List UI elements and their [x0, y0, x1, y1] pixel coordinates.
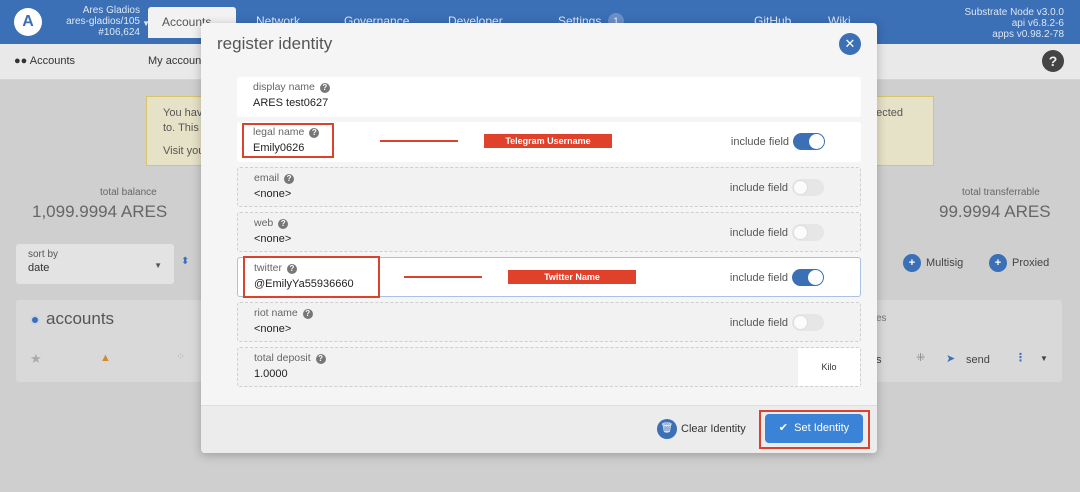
- subnav-accounts-label: Accounts: [29, 55, 75, 67]
- include-field-label: include field: [729, 227, 788, 239]
- qr-icon[interactable]: ⁜: [916, 351, 925, 364]
- email-label: email ?: [254, 172, 295, 184]
- send-icon: ➤: [946, 353, 956, 365]
- toggle-knob: [809, 134, 824, 149]
- star-icon[interactable]: ★: [30, 351, 42, 367]
- display-name-field[interactable]: display name ? ARES test0627: [237, 77, 861, 117]
- twitter-pointer-line: [404, 276, 482, 278]
- set-identity-highlight: [759, 410, 870, 449]
- total-deposit-value: 1.0000: [254, 368, 288, 380]
- riot-name-value: <none>: [254, 323, 292, 335]
- notice-right-text: ected: [876, 107, 903, 119]
- sort-value: date: [28, 262, 50, 274]
- proxied-button[interactable]: + Proxied: [989, 254, 1049, 272]
- twitter-annotation: Twitter Name: [508, 270, 636, 284]
- riot-name-field[interactable]: riot name ? <none> include field: [237, 302, 861, 342]
- email-toggle[interactable]: [792, 179, 824, 196]
- web-label: web ?: [254, 217, 289, 229]
- twitter-highlight: [243, 256, 380, 298]
- toggle-knob: [793, 315, 808, 330]
- total-transferrable-value: 99.9994 ARES: [939, 202, 1051, 221]
- web-label-text: web: [254, 217, 274, 229]
- toggle-knob: [793, 180, 808, 195]
- total-balance-value: 1,099.9994 ARES: [32, 202, 168, 221]
- users-icon: ●●: [14, 55, 28, 67]
- email-label-text: email: [254, 172, 280, 184]
- help-icon: ?: [315, 354, 326, 364]
- telegram-annotation: Telegram Username: [484, 134, 612, 148]
- apps-version: apps v0.98.2-78: [992, 29, 1064, 40]
- accounts-title-label: accounts: [46, 309, 115, 328]
- block-number: #106,624: [98, 27, 140, 38]
- help-icon: ?: [319, 83, 330, 93]
- total-deposit-field: total deposit ? 1.0000 Kilo: [237, 347, 861, 387]
- web-field[interactable]: web ? <none> include field: [237, 212, 861, 252]
- riot-name-toggle[interactable]: [792, 314, 824, 331]
- display-name-value: ARES test0627: [253, 97, 329, 109]
- more-icon[interactable]: ⋮: [1015, 351, 1026, 364]
- include-field-label: include field: [729, 317, 788, 329]
- node-info: Substrate Node v3.0.0 api v6.8.2-6 apps …: [964, 7, 1064, 40]
- register-identity-modal: register identity ✕ display name ? ARES …: [201, 23, 877, 453]
- warning-icon: ▲: [100, 352, 111, 364]
- proxied-label: Proxied: [1012, 256, 1050, 269]
- clear-identity-label: Clear Identity: [681, 422, 746, 435]
- legal-name-toggle[interactable]: [793, 133, 825, 150]
- include-field-label: include field: [729, 272, 788, 284]
- help-icon: ?: [302, 309, 313, 319]
- toggle-knob: [793, 225, 808, 240]
- node-version: Substrate Node v3.0.0: [964, 7, 1064, 18]
- total-deposit-label-text: total deposit: [254, 352, 311, 364]
- subnav-accounts[interactable]: ●● Accounts: [14, 55, 75, 67]
- send-button[interactable]: send: [966, 354, 990, 366]
- email-field[interactable]: email ? <none> include field: [237, 167, 861, 207]
- include-field-label: include field: [730, 136, 789, 148]
- include-field-label: include field: [729, 182, 788, 194]
- sort-label: sort by: [28, 249, 59, 260]
- chain-selector[interactable]: Ares Gladios ares-gladios/105 #106,624 ▼: [48, 5, 150, 38]
- multisig-label: Multisig: [926, 256, 964, 269]
- help-icon: ?: [278, 219, 289, 229]
- help-icon[interactable]: ?: [1042, 50, 1064, 72]
- trash-icon: 🗑: [657, 419, 677, 439]
- web-value: <none>: [254, 233, 292, 245]
- column-header-fragment: es: [876, 313, 887, 324]
- api-version: api v6.8.2-6: [1011, 18, 1064, 29]
- plus-icon: +: [989, 254, 1007, 272]
- web-toggle[interactable]: [792, 224, 824, 241]
- riot-name-label: riot name ?: [254, 307, 313, 319]
- riot-name-label-text: riot name: [254, 307, 298, 319]
- app-logo[interactable]: A: [14, 8, 42, 36]
- help-icon: ?: [284, 174, 295, 184]
- multisig-button[interactable]: + Multisig: [903, 254, 963, 272]
- total-transferrable-label: total transferrable: [962, 187, 1040, 198]
- identicon-icon: ⁘: [176, 351, 186, 363]
- chain-name: Ares Gladios: [82, 5, 140, 16]
- total-deposit-label: total deposit ?: [254, 352, 326, 364]
- display-name-label: display name ?: [253, 81, 330, 93]
- sort-direction-icon[interactable]: ⬍: [181, 256, 189, 267]
- display-name-label-text: display name: [253, 81, 315, 93]
- twitter-toggle[interactable]: [792, 269, 824, 286]
- chain-sub: ares-gladios/105: [66, 16, 140, 27]
- close-icon[interactable]: ✕: [839, 33, 861, 55]
- clear-identity-button[interactable]: 🗑 Clear Identity: [657, 419, 746, 439]
- chevron-down-icon: ▼: [154, 261, 162, 270]
- email-value: <none>: [254, 188, 292, 200]
- toggle-knob: [808, 270, 823, 285]
- chevron-down-icon[interactable]: ▼: [1040, 354, 1048, 363]
- sort-dropdown[interactable]: sort by date ▼: [16, 244, 174, 284]
- deposit-unit: Kilo: [798, 348, 860, 386]
- accounts-dot-icon: [30, 314, 40, 325]
- tab-my-accounts[interactable]: My accoun: [148, 55, 201, 67]
- accounts-heading: accounts: [30, 309, 114, 329]
- total-balance-label: total balance: [100, 187, 157, 198]
- modal-title: register identity: [217, 34, 333, 53]
- telegram-pointer-line: [380, 140, 458, 142]
- plus-icon: +: [903, 254, 921, 272]
- legal-name-highlight: [242, 123, 334, 158]
